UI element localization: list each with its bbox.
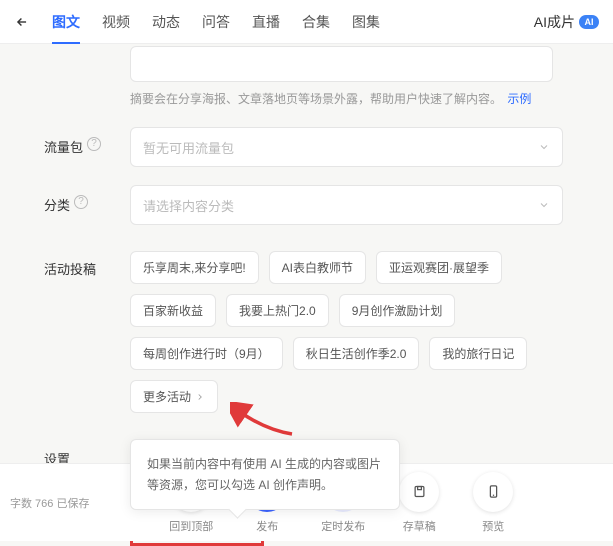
tab-wenda[interactable]: 问答 [202, 12, 230, 32]
category-label: 分类 ? [44, 185, 130, 225]
activity-label: 活动投稿 [44, 249, 130, 413]
more-activities-button[interactable]: 更多活动 [130, 380, 218, 413]
ai-tab-label: AI成片 [534, 12, 575, 32]
activity-tag[interactable]: AI表白教师节 [269, 251, 366, 284]
more-activities-label: 更多活动 [143, 388, 191, 405]
activity-tag[interactable]: 乐享周末,来分享吧! [130, 251, 259, 284]
traffic-select[interactable]: 暂无可用流量包 [130, 127, 563, 167]
back-icon[interactable] [14, 15, 30, 29]
category-placeholder: 请选择内容分类 [143, 196, 234, 215]
help-icon[interactable]: ? [74, 195, 88, 209]
phone-icon [473, 472, 513, 512]
tab-dongtai[interactable]: 动态 [152, 12, 180, 32]
abstract-hint: 摘要会在分享海报、文章落地页等场景外露，帮助用户快速了解内容。 示例 [130, 90, 563, 109]
traffic-label: 流量包 ? [44, 127, 130, 167]
tab-zhibo[interactable]: 直播 [252, 12, 280, 32]
tab-tuji[interactable]: 图集 [352, 12, 380, 32]
save-icon [399, 472, 439, 512]
activity-tag[interactable]: 我的旅行日记 [429, 337, 527, 370]
publish-label: 发布 [256, 518, 278, 534]
chevron-down-icon [538, 141, 550, 153]
activity-tag[interactable]: 我要上热门2.0 [226, 294, 329, 327]
tab-tuwen[interactable]: 图文 [52, 12, 80, 32]
traffic-placeholder: 暂无可用流量包 [143, 138, 234, 157]
back-to-top-label: 回到顶部 [169, 518, 213, 534]
category-select[interactable]: 请选择内容分类 [130, 185, 563, 225]
activity-tag[interactable]: 百家新收益 [130, 294, 216, 327]
word-count-status: 字数 766 已保存 [10, 495, 89, 511]
tab-heji[interactable]: 合集 [302, 12, 330, 32]
activity-tag[interactable]: 亚运观赛团·展望季 [376, 251, 502, 284]
activity-tags: 乐享周末,来分享吧! AI表白教师节 亚运观赛团·展望季 百家新收益 我要上热门… [130, 249, 563, 413]
schedule-label: 定时发布 [321, 518, 365, 534]
abstract-hint-text: 摘要会在分享海报、文章落地页等场景外露，帮助用户快速了解内容。 [130, 92, 502, 106]
activity-tag[interactable]: 秋日生活创作季2.0 [293, 337, 420, 370]
top-tabs: 图文 视频 动态 问答 直播 合集 图集 AI成片 AI [0, 0, 613, 44]
activity-tag[interactable]: 每周创作进行时（9月） [130, 337, 283, 370]
help-icon[interactable]: ? [87, 137, 101, 151]
draft-label: 存草稿 [403, 518, 436, 534]
ai-declare-tooltip: 如果当前内容中有使用 AI 生成的内容或图片等资源，您可以勾选 AI 创作声明。 [130, 439, 400, 510]
abstract-example-link[interactable]: 示例 [507, 92, 531, 106]
preview-label: 预览 [482, 518, 504, 534]
save-draft-button[interactable]: 存草稿 [399, 472, 439, 534]
tab-video[interactable]: 视频 [102, 12, 130, 32]
title-input[interactable] [130, 46, 553, 82]
chevron-down-icon [538, 199, 550, 211]
activity-tag[interactable]: 9月创作激励计划 [339, 294, 456, 327]
preview-button[interactable]: 预览 [473, 472, 513, 534]
tab-ai-chengpian[interactable]: AI成片 AI [534, 12, 599, 32]
ai-badge-icon: AI [579, 15, 599, 29]
